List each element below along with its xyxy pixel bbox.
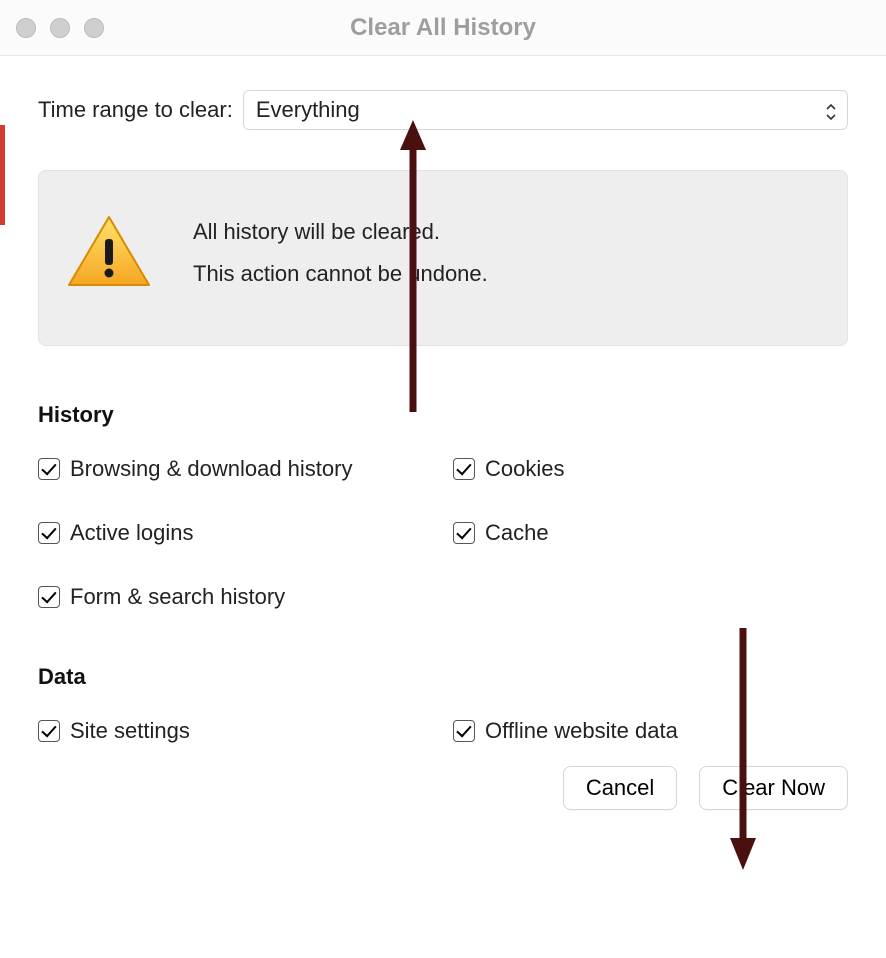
- warning-line-1: All history will be cleared.: [193, 211, 488, 253]
- check-offline-website-data[interactable]: Offline website data: [453, 718, 848, 744]
- dialog-content: Time range to clear: Everything: [0, 56, 886, 958]
- warning-text: All history will be cleared. This action…: [193, 211, 488, 295]
- titlebar: Clear All History: [0, 0, 886, 56]
- button-row: Cancel Clear Now: [38, 766, 848, 810]
- time-range-row: Time range to clear: Everything: [38, 90, 848, 130]
- checkbox[interactable]: [38, 586, 60, 608]
- clear-now-button[interactable]: Clear Now: [699, 766, 848, 810]
- check-active-logins[interactable]: Active logins: [38, 520, 433, 546]
- checkbox[interactable]: [453, 458, 475, 480]
- warning-box: All history will be cleared. This action…: [38, 170, 848, 346]
- warning-line-2: This action cannot be undone.: [193, 253, 488, 295]
- history-section-title: History: [38, 402, 848, 428]
- history-checks: Browsing & download history Cookies Acti…: [38, 456, 848, 610]
- check-cache[interactable]: Cache: [453, 520, 848, 546]
- checkbox[interactable]: [453, 522, 475, 544]
- time-range-value: Everything: [256, 97, 360, 123]
- check-label: Form & search history: [70, 584, 285, 610]
- time-range-select[interactable]: Everything: [243, 90, 848, 130]
- data-section-title: Data: [38, 664, 848, 690]
- dialog-window: Clear All History Time range to clear: E…: [0, 0, 886, 958]
- check-label: Site settings: [70, 718, 190, 744]
- window-title: Clear All History: [0, 14, 886, 42]
- data-section: Data Site settings Offline website data: [38, 664, 848, 744]
- data-checks: Site settings Offline website data: [38, 718, 848, 744]
- checkbox[interactable]: [38, 458, 60, 480]
- check-label: Cache: [485, 520, 549, 546]
- check-label: Browsing & download history: [70, 456, 352, 482]
- time-range-label: Time range to clear:: [38, 97, 233, 123]
- check-cookies[interactable]: Cookies: [453, 456, 848, 482]
- check-label: Offline website data: [485, 718, 678, 744]
- cancel-button[interactable]: Cancel: [563, 766, 677, 810]
- check-label: Cookies: [485, 456, 564, 482]
- checkbox[interactable]: [38, 720, 60, 742]
- checkbox[interactable]: [38, 522, 60, 544]
- updown-arrows-icon: [825, 101, 837, 119]
- check-form-search-history[interactable]: Form & search history: [38, 584, 433, 610]
- check-site-settings[interactable]: Site settings: [38, 718, 433, 744]
- checkbox[interactable]: [453, 720, 475, 742]
- warning-icon: [63, 213, 155, 293]
- check-label: Active logins: [70, 520, 194, 546]
- history-section: History Browsing & download history Cook…: [38, 402, 848, 610]
- check-browsing-download-history[interactable]: Browsing & download history: [38, 456, 433, 482]
